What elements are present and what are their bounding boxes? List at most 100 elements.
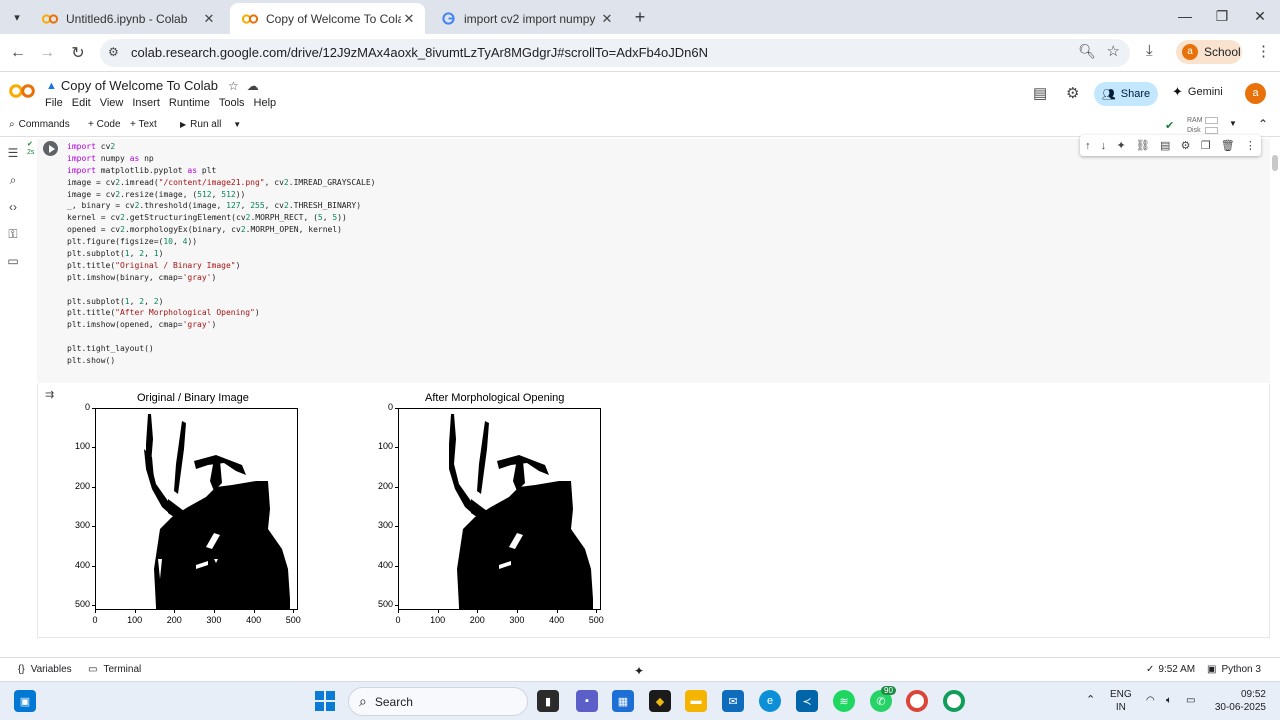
menu-file[interactable]: File (45, 97, 63, 109)
delete-icon[interactable]: 🗑︎ (1221, 139, 1235, 152)
mail-icon[interactable]: ✉ (722, 690, 744, 712)
code-line[interactable]: plt.subplot(1, 2, 1) (67, 248, 1270, 260)
secrets-key-icon[interactable]: ⚿ (6, 227, 20, 242)
more-options-icon[interactable]: ⋮ (1245, 139, 1256, 152)
code-line[interactable]: plt.title("Original / Binary Image") (67, 260, 1270, 272)
output-actions-icon[interactable]: ⇉ (45, 388, 54, 401)
code-line[interactable]: plt.imshow(binary, cmap='gray') (67, 272, 1270, 284)
spotify-icon[interactable]: ≋ (833, 690, 855, 712)
terminal-button[interactable]: ▭ Terminal (88, 664, 141, 675)
back-icon[interactable]: ← (7, 42, 29, 64)
close-tab-icon[interactable]: ✕ (599, 11, 615, 27)
code-line[interactable]: image = cv2.resize(image, (512, 512)) (67, 189, 1270, 201)
close-tab-icon[interactable]: ✕ (201, 11, 217, 27)
mirror-cell-icon[interactable]: ❐ (1201, 139, 1211, 152)
code-line[interactable] (67, 284, 1270, 296)
teams-icon[interactable]: ▪ (576, 690, 598, 712)
chevron-down-icon[interactable]: ▼ (233, 120, 241, 129)
tab-untitled6[interactable]: Untitled6.ipynb - Colab ✕ (30, 3, 225, 34)
chrome-icon[interactable] (906, 690, 928, 712)
menu-tools[interactable]: Tools (219, 97, 245, 109)
colab-logo-icon[interactable] (9, 84, 35, 98)
code-line[interactable] (67, 331, 1270, 343)
task-view-icon[interactable]: ▮ (537, 690, 559, 712)
profile-chip[interactable]: a School (1176, 40, 1242, 64)
toc-icon[interactable]: ☰ (6, 146, 20, 160)
menu-insert[interactable]: Insert (132, 97, 160, 109)
move-up-icon[interactable]: ↑ (1085, 140, 1091, 152)
settings-icon[interactable]: ⚙ (1181, 139, 1191, 152)
reload-icon[interactable]: ↻ (67, 42, 89, 64)
share-button[interactable]: 👥︎ Share (1094, 82, 1158, 106)
file-explorer-icon[interactable]: ▬ (685, 690, 707, 712)
show-hidden-icons-icon[interactable]: ⌃ (1086, 694, 1095, 707)
url-text[interactable]: colab.research.google.com/drive/12J9zMAx… (131, 45, 708, 60)
menu-view[interactable]: View (100, 97, 124, 109)
close-window-icon[interactable]: ✕ (1250, 8, 1270, 25)
run-cell-button[interactable] (43, 141, 58, 156)
taskbar-search[interactable]: ⌕ Search (348, 687, 528, 716)
address-bar[interactable]: ⚙ colab.research.google.com/drive/12J9zM… (100, 39, 1130, 67)
code-line[interactable]: plt.show() (67, 355, 1270, 367)
execution-status[interactable]: ✓ 9:52 AM (1146, 664, 1195, 675)
widgets-icon[interactable]: ▣ (14, 690, 36, 712)
binance-icon[interactable]: ◆ (649, 690, 671, 712)
browser-menu-icon[interactable]: ⋮ (1256, 42, 1271, 60)
variables-button[interactable]: {} Variables (18, 664, 72, 675)
menu-edit[interactable]: Edit (72, 97, 91, 109)
search-icon[interactable]: 🔍︎ (1078, 43, 1096, 60)
forward-icon[interactable]: → (36, 42, 58, 64)
code-editor[interactable]: import cv2 import numpy as np import matpl… (63, 139, 1270, 383)
code-line[interactable]: plt.tight_layout() (67, 343, 1270, 355)
files-folder-icon[interactable]: ▭ (6, 254, 20, 268)
commands-button[interactable]: ⌕ Commands (9, 119, 70, 130)
code-line[interactable]: plt.title("After Morphological Opening") (67, 307, 1270, 319)
user-avatar[interactable]: a (1245, 83, 1266, 104)
scrollbar-thumb[interactable] (1272, 155, 1278, 171)
menu-runtime[interactable]: Runtime (169, 97, 210, 109)
runtime-status[interactable]: ▣ Python 3 (1207, 664, 1261, 675)
site-info-icon[interactable]: ⚙ (108, 45, 119, 59)
collapse-icon[interactable]: ⌃ (1258, 117, 1268, 131)
new-tab-button[interactable]: + (630, 8, 650, 28)
start-windows-icon[interactable] (314, 690, 336, 712)
comments-icon[interactable]: ▤ (1033, 84, 1047, 102)
volume-icon[interactable]: 🔈︎ (1166, 694, 1172, 707)
move-down-icon[interactable]: ↓ (1101, 140, 1107, 152)
add-text-button[interactable]: + Text (130, 119, 157, 130)
gemini-sparkle-icon[interactable]: ✦ (1116, 139, 1125, 152)
bookmark-star-icon[interactable]: ☆ (1107, 42, 1120, 60)
notebook-title[interactable]: Copy of Welcome To Colab (61, 78, 218, 93)
menu-help[interactable]: Help (254, 97, 277, 109)
code-line[interactable]: image = cv2.imread("/content/image21.png… (67, 177, 1270, 189)
code-line[interactable]: kernel = cv2.getStructuringElement(cv2.M… (67, 212, 1270, 224)
clock[interactable]: 09:52 30-06-2025 (1210, 688, 1266, 714)
store-icon[interactable]: ▦ (612, 690, 634, 712)
find-icon[interactable]: ⌕ (6, 173, 20, 188)
restore-icon[interactable]: ❐ (1212, 8, 1232, 25)
code-line[interactable]: opened = cv2.morphologyEx(binary, cv2.MO… (67, 224, 1270, 236)
code-line[interactable]: plt.subplot(1, 2, 2) (67, 296, 1270, 308)
gemini-button[interactable]: ✦ Gemini (1172, 84, 1223, 100)
chrome-profile-icon[interactable] (943, 690, 965, 712)
edge-icon[interactable]: e (759, 690, 781, 712)
link-icon[interactable]: ⛓ (1136, 139, 1150, 152)
downloads-icon[interactable]: ⤓ (1146, 42, 1153, 59)
code-line[interactable]: _, binary = cv2.threshold(image, 127, 25… (67, 200, 1270, 212)
vscode-icon[interactable]: ≺ (796, 690, 818, 712)
code-line[interactable]: import matplotlib.pyplot as plt (67, 165, 1270, 177)
tab-google-search[interactable]: import cv2 import numpy as np ✕ (428, 3, 623, 34)
star-icon[interactable]: ☆ (228, 79, 239, 93)
resource-indicator[interactable]: ✔ RAM Disk (1165, 116, 1225, 136)
code-snippets-icon[interactable]: ‹› (6, 200, 20, 214)
language-indicator[interactable]: ENG IN (1110, 688, 1132, 714)
tab-copy-of-welcome[interactable]: Copy of Welcome To Colab - Colab ✕ (230, 3, 425, 34)
code-line[interactable]: plt.imshow(opened, cmap='gray') (67, 319, 1270, 331)
battery-icon[interactable]: ▭ (1186, 694, 1195, 707)
add-code-button[interactable]: + Code (88, 119, 121, 130)
gemini-sparkle-icon[interactable]: ✦ (634, 664, 644, 678)
runtime-dropdown-icon[interactable]: ▼ (1229, 119, 1237, 128)
tab-search-icon[interactable]: ▾ (7, 7, 27, 27)
comment-icon[interactable]: ▤ (1160, 139, 1170, 152)
settings-icon[interactable]: ⚙ (1066, 84, 1079, 102)
